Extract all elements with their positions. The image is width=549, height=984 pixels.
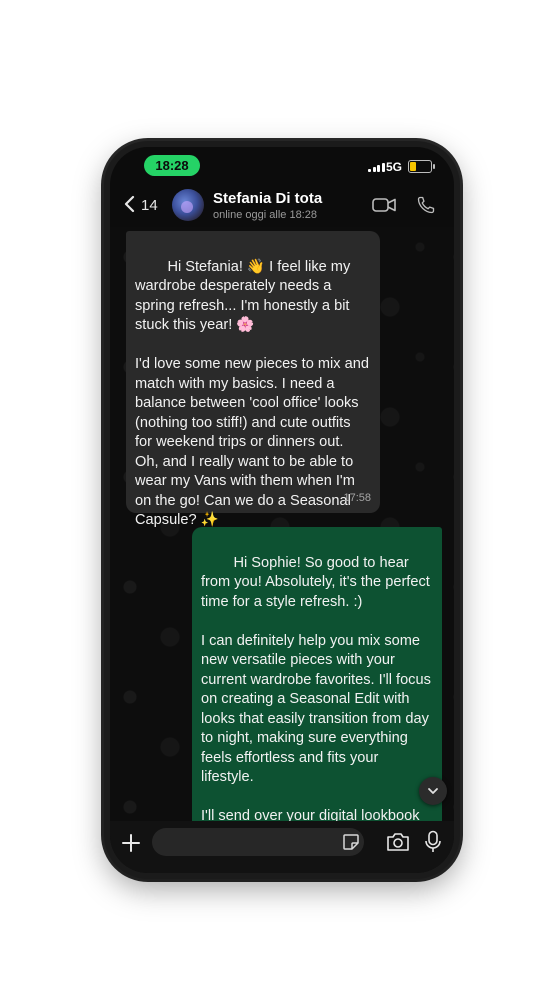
outgoing-message[interactable]: Hi Sophie! So good to hear from you! Abs… bbox=[192, 527, 442, 827]
sticker-icon[interactable] bbox=[342, 833, 360, 851]
phone-icon[interactable] bbox=[416, 195, 436, 215]
microphone-icon[interactable] bbox=[424, 830, 442, 854]
incoming-message[interactable]: Hi Stefania! 👋 I feel like my wardrobe d… bbox=[126, 231, 380, 528]
screen: 18:28 5G 14 Stefania Di tota online oggi… bbox=[110, 147, 454, 873]
avatar[interactable] bbox=[172, 189, 204, 221]
status-time: 18:28 bbox=[144, 155, 200, 176]
message-text: Hi Sophie! So good to hear from you! Abs… bbox=[201, 554, 431, 825]
phone-frame: 18:28 5G 14 Stefania Di tota online oggi… bbox=[104, 141, 460, 879]
chat-header: 14 Stefania Di tota online oggi alle 18:… bbox=[110, 185, 454, 225]
contact-status: online oggi alle 18:28 bbox=[213, 209, 317, 221]
chat-area[interactable]: Hi Stefania! 👋 I feel like my wardrobe d… bbox=[110, 227, 454, 827]
chevron-down-icon bbox=[428, 788, 438, 794]
message-composer bbox=[110, 821, 454, 873]
signal-icon bbox=[368, 162, 385, 172]
camera-icon[interactable] bbox=[386, 831, 410, 853]
contact-name[interactable]: Stefania Di tota bbox=[213, 190, 322, 207]
message-time: 17:58 bbox=[343, 491, 371, 504]
scroll-down-button[interactable] bbox=[419, 777, 447, 805]
battery-icon bbox=[408, 160, 435, 173]
plus-icon[interactable] bbox=[120, 832, 142, 854]
video-camera-icon[interactable] bbox=[372, 197, 396, 213]
network-label: 5G bbox=[386, 160, 403, 174]
message-text: Hi Stefania! 👋 I feel like my wardrobe d… bbox=[135, 258, 369, 529]
chevron-left-icon[interactable] bbox=[120, 194, 140, 214]
unread-count[interactable]: 14 bbox=[141, 197, 158, 214]
message-input[interactable] bbox=[152, 828, 364, 856]
